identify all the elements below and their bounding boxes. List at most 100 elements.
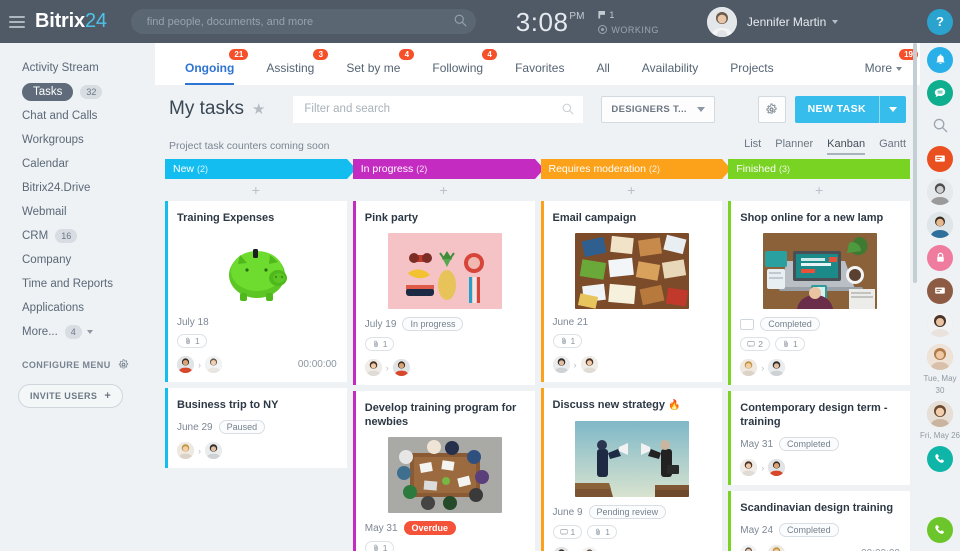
- board-scrollbar[interactable]: [913, 43, 917, 283]
- task-date: June 29: [177, 421, 213, 433]
- add-card-button[interactable]: +: [165, 179, 347, 201]
- view-gantt[interactable]: Gantt: [879, 138, 906, 154]
- task-card[interactable]: Business trip to NY June 29 Paused ›: [165, 388, 347, 468]
- group-select[interactable]: DESIGNERS T...: [601, 95, 715, 123]
- task-card[interactable]: Pink party July 19 In progress 1 ›: [352, 201, 535, 385]
- sidebar-item-chat-and-calls[interactable]: Chat and Calls: [0, 105, 155, 127]
- invite-users-button[interactable]: INVITE USERS +: [18, 384, 124, 408]
- tab-favorites[interactable]: Favorites: [499, 61, 580, 85]
- avatar-assignee[interactable]: [392, 359, 410, 376]
- avatar-assignee[interactable]: [205, 442, 222, 459]
- help-icon[interactable]: ?: [927, 8, 953, 35]
- task-card[interactable]: Training Expenses July 18 1 › 00:00:00: [165, 201, 347, 382]
- counter-attachment: 1: [364, 337, 395, 351]
- task-card[interactable]: Develop training program for newbies May …: [352, 391, 535, 551]
- task-card[interactable]: Discuss new strategy 🔥 June 9 Pending revi…: [540, 388, 723, 551]
- counter-value: 1: [792, 339, 798, 349]
- sidebar-item-bitrix24-drive[interactable]: Bitrix24.Drive: [0, 177, 155, 199]
- tab-ongoing[interactable]: 21 Ongoing: [169, 49, 250, 85]
- avatar-creator[interactable]: [740, 459, 758, 476]
- sidebar-item-calendar[interactable]: Calendar: [0, 153, 155, 175]
- column-header[interactable]: In progress (2): [352, 159, 544, 179]
- tab-following[interactable]: 4 Following: [416, 49, 499, 85]
- rail-avatar-4[interactable]: [920, 340, 960, 373]
- messenger-button[interactable]: [920, 76, 960, 109]
- user-menu[interactable]: Jennifer Martin: [706, 6, 839, 37]
- rail-search-button[interactable]: [920, 109, 960, 142]
- view-list[interactable]: List: [744, 138, 761, 154]
- global-search[interactable]: [130, 9, 476, 34]
- sidebar-item-time-and-reports[interactable]: Time and Reports: [0, 273, 155, 295]
- card-color-bar: [540, 201, 544, 382]
- flag-counter[interactable]: 1: [598, 10, 659, 20]
- rail-contact-1[interactable]: [920, 142, 960, 175]
- sidebar-item-more[interactable]: More... 4: [0, 321, 155, 343]
- tab-all[interactable]: All: [580, 61, 625, 85]
- sidebar-item-activity-stream[interactable]: Activity Stream: [0, 57, 155, 79]
- sidebar-item-applications[interactable]: Applications: [0, 297, 155, 319]
- avatar-creator[interactable]: [177, 356, 194, 373]
- sidebar-item-workgroups[interactable]: Workgroups: [0, 129, 155, 151]
- left-sidebar: Activity Stream Tasks 32 Chat and Calls Work…: [0, 43, 155, 551]
- plus-icon: +: [104, 390, 112, 402]
- avatar-assignee[interactable]: [580, 547, 598, 551]
- rail-avatar-3[interactable]: [920, 307, 960, 340]
- add-card-button[interactable]: +: [541, 179, 723, 201]
- rail-avatar-5[interactable]: [920, 397, 960, 430]
- filter-search-input[interactable]: [293, 95, 584, 123]
- notifications-button[interactable]: [920, 43, 960, 76]
- settings-button[interactable]: [757, 95, 786, 123]
- configure-menu-button[interactable]: CONFIGURE MENU: [0, 359, 155, 370]
- avatar-creator[interactable]: [177, 442, 194, 459]
- add-card-button[interactable]: +: [728, 179, 910, 201]
- tab-set-by-me[interactable]: 4 Set by me: [330, 49, 416, 85]
- global-search-input[interactable]: [130, 9, 476, 34]
- task-card[interactable]: Email campaign June 21 1 ›: [540, 201, 723, 382]
- favorite-star-icon[interactable]: ★: [252, 100, 265, 118]
- column-header[interactable]: Finished (3): [728, 159, 910, 179]
- rail-call-green-button[interactable]: [920, 517, 960, 543]
- view-kanban[interactable]: Kanban: [827, 138, 865, 155]
- new-task-dropdown[interactable]: [880, 106, 906, 112]
- view-planner[interactable]: Planner: [775, 138, 813, 154]
- working-indicator[interactable]: WORKING: [598, 25, 659, 35]
- rail-avatar-1[interactable]: [920, 175, 960, 208]
- sidebar-item-tasks[interactable]: Tasks 32: [0, 81, 155, 103]
- task-card[interactable]: Shop online for a new lamp Completed 2 1 ›: [728, 201, 910, 385]
- avatar-assignee[interactable]: [768, 459, 786, 476]
- app-logo[interactable]: Bitrix24: [35, 10, 107, 33]
- avatar-creator[interactable]: [552, 356, 570, 373]
- avatar-creator[interactable]: [552, 547, 570, 551]
- sidebar-item-crm[interactable]: CRM 16: [0, 225, 155, 247]
- avatar-assignee[interactable]: [580, 356, 598, 373]
- task-title: Contemporary design term - training: [740, 401, 900, 429]
- column-header[interactable]: Requires moderation (2): [540, 159, 732, 179]
- sidebar-item-badge: 32: [80, 85, 103, 99]
- new-task-button[interactable]: NEW TASK: [794, 95, 906, 123]
- avatar-assignee[interactable]: [768, 359, 786, 376]
- column-header[interactable]: New (2): [165, 159, 356, 179]
- avatar-assignee[interactable]: [205, 356, 222, 373]
- sidebar-item-company[interactable]: Company: [0, 249, 155, 271]
- task-card[interactable]: Contemporary design term - training May 3…: [728, 391, 910, 485]
- sidebar-item-webmail[interactable]: Webmail: [0, 201, 155, 223]
- rail-contact-2[interactable]: [920, 274, 960, 307]
- tab-availability[interactable]: Availability: [626, 61, 714, 85]
- tab-more[interactable]: 19 More: [849, 49, 920, 85]
- tab-projects[interactable]: Projects: [714, 61, 789, 85]
- avatar-creator[interactable]: [364, 359, 382, 376]
- rail-lock-button[interactable]: [920, 241, 960, 274]
- task-card[interactable]: Scandinavian design training May 24 Comple…: [728, 491, 910, 551]
- avatar-assignee[interactable]: [768, 545, 786, 551]
- avatar-creator[interactable]: [740, 359, 758, 376]
- rail-call-button[interactable]: [920, 442, 960, 475]
- menu-burger-icon[interactable]: [9, 13, 25, 31]
- rail-avatar-2[interactable]: [920, 208, 960, 241]
- tab-assisting[interactable]: 3 Assisting: [250, 49, 330, 85]
- avatar-creator[interactable]: [740, 545, 758, 551]
- work-status[interactable]: 1 WORKING: [598, 10, 659, 35]
- tab-label: Assisting: [266, 61, 315, 75]
- add-card-button[interactable]: +: [353, 179, 535, 201]
- chevron-down-icon: [896, 66, 902, 71]
- filter-search[interactable]: [293, 95, 584, 123]
